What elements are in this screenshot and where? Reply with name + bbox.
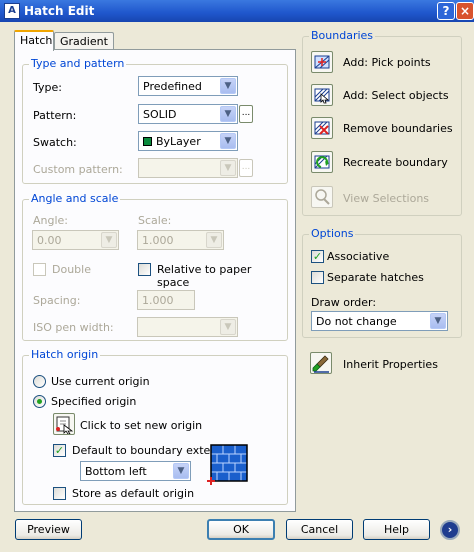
set-origin-label: Click to set new origin — [80, 419, 203, 432]
double-checkbox[interactable] — [33, 263, 46, 276]
add-select-objects-label: Add: Select objects — [343, 89, 449, 102]
custom-pattern-label: Custom pattern: — [33, 163, 123, 176]
iso-pen-width-label: ISO pen width: — [33, 321, 114, 334]
add-pick-points-button[interactable] — [311, 51, 333, 73]
scale-value: 1.000 — [142, 234, 174, 247]
extents-position-select[interactable]: Bottom left ▼ — [80, 461, 191, 481]
chevron-down-icon: ▼ — [220, 319, 236, 335]
hatch-origin-heading: Hatch origin — [29, 348, 101, 361]
boundaries-heading: Boundaries — [309, 29, 376, 42]
pattern-value: SOLID — [143, 108, 177, 121]
pattern-browse-button[interactable]: ... — [239, 105, 253, 123]
angle-select[interactable]: 0.00 ▼ — [32, 230, 119, 250]
associative-label: Associative — [327, 250, 390, 263]
add-select-objects-button[interactable] — [311, 84, 333, 106]
type-and-pattern-heading: Type and pattern — [29, 57, 127, 70]
origin-preview-icon — [207, 444, 248, 485]
chevron-down-icon: ▼ — [220, 106, 236, 122]
draw-order-select[interactable]: Do not change ▼ — [311, 311, 448, 331]
use-current-origin-radio[interactable] — [33, 375, 46, 388]
window-title: Hatch Edit — [24, 4, 95, 18]
paintbrush-icon — [312, 355, 329, 373]
remove-boundaries-icon — [314, 121, 330, 135]
tab-gradient[interactable]: Gradient — [54, 32, 114, 50]
chevron-down-icon: ▼ — [220, 160, 236, 176]
remove-boundaries-button[interactable] — [311, 117, 333, 139]
draw-order-label: Draw order: — [311, 296, 377, 309]
swatch-label: Swatch: — [33, 136, 77, 149]
angle-and-scale-group: Angle and scale Angle: 0.00 ▼ Scale: 1.0… — [22, 192, 288, 341]
relative-paper-space-checkbox[interactable] — [138, 263, 151, 276]
autocad-app-icon: A — [4, 3, 20, 19]
angle-value: 0.00 — [37, 234, 62, 247]
remove-boundaries-label: Remove boundaries — [343, 122, 453, 135]
use-current-origin-label: Use current origin — [51, 375, 150, 388]
set-origin-icon — [56, 416, 74, 434]
associative-checkbox[interactable]: ✓ — [311, 250, 324, 263]
iso-pen-width-select[interactable]: ▼ — [137, 317, 238, 337]
specified-origin-label: Specified origin — [51, 395, 137, 408]
chevron-down-icon: ▼ — [206, 232, 222, 248]
scale-select[interactable]: 1.000 ▼ — [137, 230, 224, 250]
ok-button[interactable]: OK — [207, 519, 275, 540]
recreate-boundary-icon — [314, 155, 330, 169]
hatch-tab-panel: Type and pattern Type: Predefined ▼ Patt… — [14, 49, 296, 512]
inherit-properties-label: Inherit Properties — [343, 358, 438, 371]
spacing-label: Spacing: — [33, 294, 81, 307]
pick-points-icon — [314, 55, 330, 69]
separate-hatches-label: Separate hatches — [327, 271, 424, 284]
extents-position-value: Bottom left — [85, 465, 147, 478]
swatch-select[interactable]: ByLayer ▼ — [138, 131, 238, 151]
recreate-boundary-label: Recreate boundary — [343, 156, 448, 169]
select-objects-icon — [314, 88, 330, 104]
chevron-down-icon: ▼ — [220, 133, 236, 149]
double-label: Double — [52, 263, 91, 276]
chevron-down-icon: ▼ — [430, 313, 446, 329]
type-label: Type: — [33, 81, 62, 94]
specified-origin-radio[interactable] — [33, 395, 46, 408]
magnifier-icon — [315, 189, 330, 205]
cancel-button[interactable]: Cancel — [286, 519, 353, 540]
more-options-arrow-icon[interactable]: › — [440, 520, 460, 540]
view-selections-button[interactable] — [311, 186, 333, 208]
set-origin-button[interactable] — [53, 413, 75, 435]
scale-label: Scale: — [138, 214, 172, 227]
boundaries-group: Boundaries Add: Pick points Add: Select … — [302, 29, 462, 216]
angle-and-scale-heading: Angle and scale — [29, 192, 121, 205]
add-pick-points-label: Add: Pick points — [343, 56, 431, 69]
help-button[interactable]: Help — [363, 519, 430, 540]
store-default-origin-label: Store as default origin — [72, 487, 195, 500]
recreate-boundary-button[interactable] — [311, 151, 333, 173]
chevron-down-icon: ▼ — [101, 232, 117, 248]
preview-button[interactable]: Preview — [15, 519, 82, 540]
pattern-select[interactable]: SOLID ▼ — [138, 104, 238, 124]
separate-hatches-checkbox[interactable] — [311, 271, 324, 284]
store-default-origin-checkbox[interactable] — [53, 487, 66, 500]
pattern-label: Pattern: — [33, 109, 77, 122]
type-and-pattern-group: Type and pattern Type: Predefined ▼ Patt… — [22, 57, 288, 184]
default-boundary-extents-label: Default to boundary extents — [72, 444, 228, 457]
hatch-origin-group: Hatch origin Use current origin Specifie… — [22, 348, 288, 505]
options-heading: Options — [309, 227, 356, 240]
view-selections-label: View Selections — [343, 192, 430, 205]
default-boundary-extents-checkbox[interactable]: ✓ — [53, 444, 66, 457]
swatch-color-chip — [143, 137, 152, 146]
angle-label: Angle: — [33, 214, 69, 227]
chevron-down-icon: ▼ — [173, 463, 189, 479]
custom-pattern-browse-button[interactable]: ... — [239, 159, 253, 177]
tab-hatch[interactable]: Hatch — [14, 30, 54, 51]
type-select[interactable]: Predefined ▼ — [138, 76, 238, 96]
inherit-properties-button[interactable] — [310, 352, 332, 374]
spacing-input[interactable]: 1.000 — [137, 290, 195, 310]
swatch-value: ByLayer — [156, 135, 201, 148]
close-button[interactable]: × — [456, 2, 474, 20]
custom-pattern-select[interactable]: ▼ — [138, 158, 238, 178]
relative-paper-space-label: Relative to paper space — [157, 263, 252, 289]
title-bar: A Hatch Edit ? × — [0, 0, 474, 22]
chevron-down-icon: ▼ — [220, 78, 236, 94]
draw-order-value: Do not change — [316, 315, 397, 328]
options-group: Options ✓ Associative Separate hatches D… — [302, 227, 462, 338]
help-title-button[interactable]: ? — [437, 2, 455, 20]
type-value: Predefined — [143, 80, 202, 93]
